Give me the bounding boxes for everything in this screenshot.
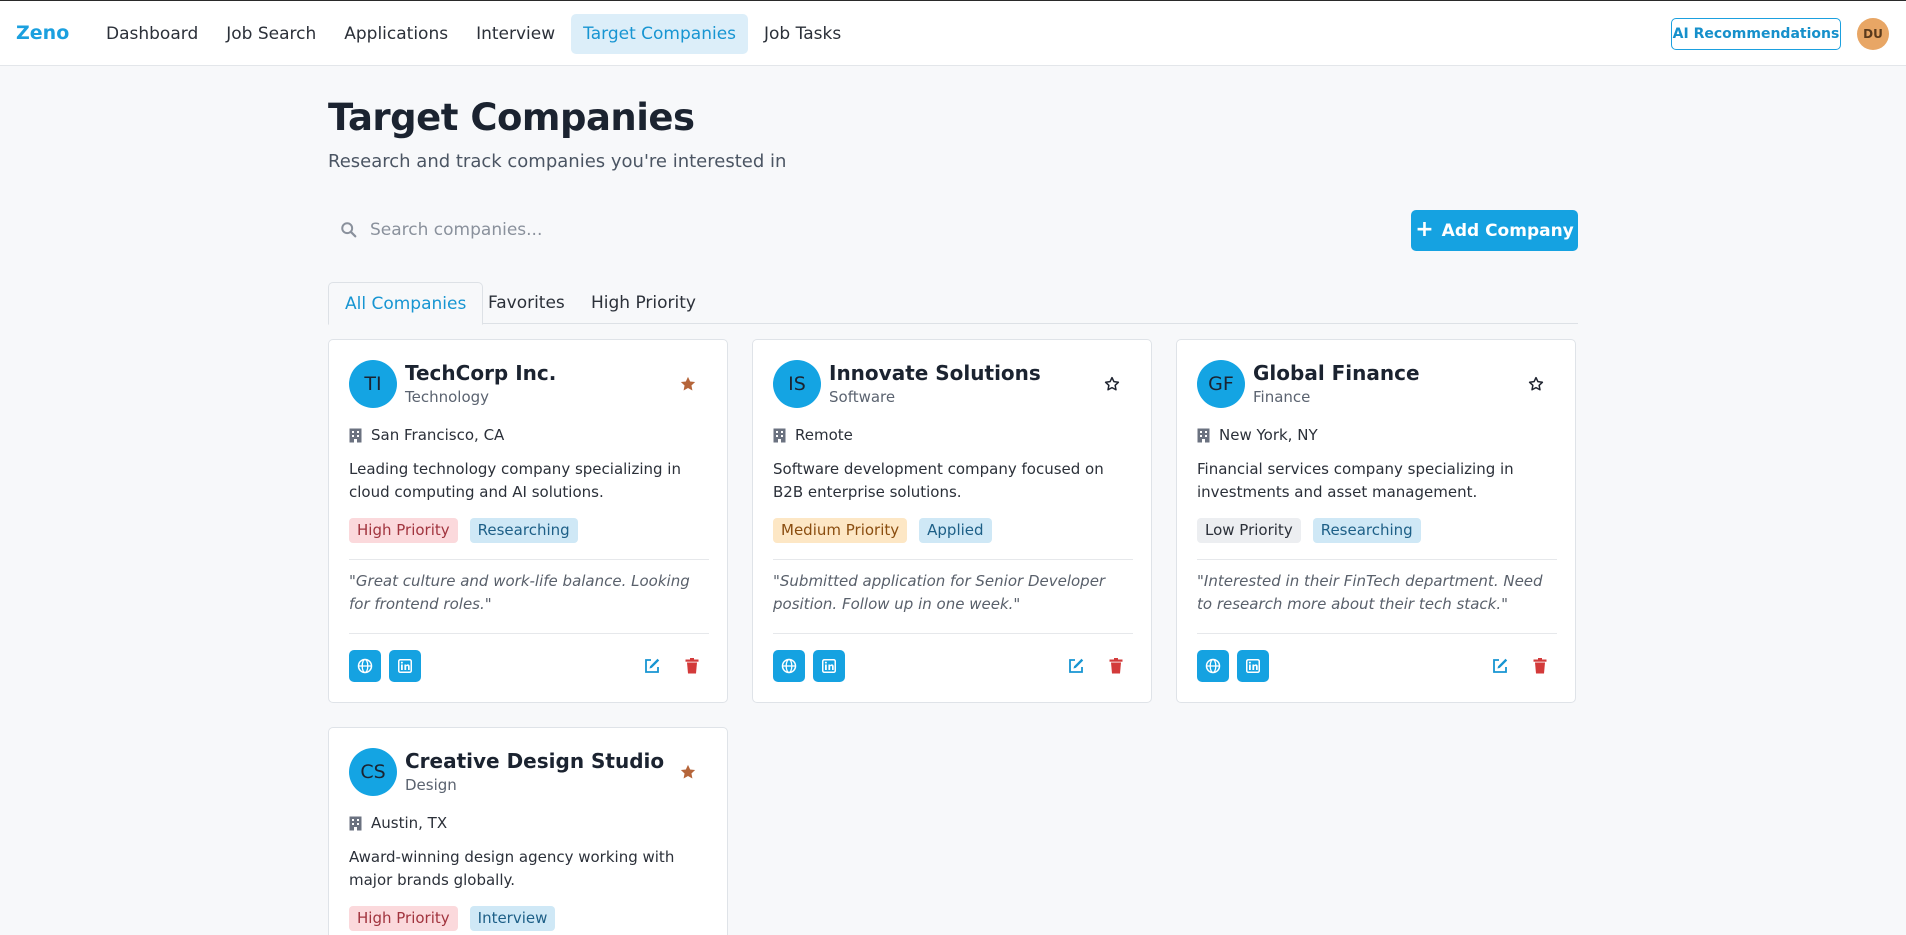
company-name: TechCorp Inc.: [405, 361, 557, 385]
divider: [1197, 633, 1557, 634]
priority-badge: High Priority: [349, 906, 458, 931]
tab-all-companies[interactable]: All Companies: [328, 282, 484, 325]
edit-icon[interactable]: [1491, 657, 1509, 675]
ai-recommendations-button[interactable]: AI Recommendations: [1671, 18, 1841, 50]
star-outline-icon[interactable]: [1103, 375, 1121, 393]
add-company-label: Add Company: [1441, 220, 1574, 241]
status-badge: Researching: [469, 518, 578, 543]
company-name: Global Finance: [1253, 361, 1420, 385]
main-nav: Dashboard Job Search Applications Interv…: [94, 14, 853, 54]
company-description: Leading technology company specializing …: [349, 460, 681, 501]
company-note: "Submitted application for Senior Develo…: [773, 572, 1106, 613]
company-description: Award-winning design agency working with…: [349, 848, 675, 889]
company-description: Software development company focused on …: [773, 460, 1104, 501]
globe-icon: [1205, 658, 1221, 674]
linkedin-button[interactable]: [813, 650, 845, 682]
company-industry: Software: [829, 388, 896, 406]
website-button[interactable]: [773, 650, 805, 682]
badge-group: High Priority Interview: [349, 906, 556, 931]
star-filled-icon[interactable]: [679, 763, 697, 781]
building-icon: [1197, 428, 1210, 443]
company-note: "Great culture and work-life balance. Lo…: [349, 572, 690, 613]
company-description: Financial services company specializing …: [1197, 460, 1514, 501]
company-card: TI TechCorp Inc. Technology San Francisc…: [328, 339, 728, 703]
trash-icon[interactable]: [1531, 657, 1549, 675]
brand-logo[interactable]: Zeno: [16, 22, 69, 44]
building-icon: [349, 816, 362, 831]
globe-icon: [357, 658, 373, 674]
trash-icon[interactable]: [683, 657, 701, 675]
status-badge: Interview: [469, 906, 556, 931]
badge-group: Medium Priority Applied: [773, 518, 992, 543]
location-text: Remote: [795, 426, 853, 444]
search-box: [328, 210, 888, 250]
company-industry: Technology: [405, 388, 490, 406]
nav-item-dashboard[interactable]: Dashboard: [94, 14, 210, 54]
divider: [349, 633, 709, 634]
nav-item-target-companies[interactable]: Target Companies: [571, 14, 749, 54]
top-navbar: Zeno Dashboard Job Search Applications I…: [0, 0, 1906, 66]
nav-item-interview[interactable]: Interview: [464, 14, 567, 54]
badge-group: Low Priority Researching: [1197, 518, 1421, 543]
star-filled-icon[interactable]: [679, 375, 697, 393]
company-location: San Francisco, CA: [349, 426, 504, 444]
linkedin-icon: [1246, 659, 1260, 673]
website-button[interactable]: [1197, 650, 1229, 682]
status-badge: Applied: [919, 518, 992, 543]
priority-badge: High Priority: [349, 518, 458, 543]
status-badge: Researching: [1312, 518, 1421, 543]
user-avatar[interactable]: DU: [1857, 18, 1889, 50]
linkedin-icon: [822, 659, 836, 673]
divider: [773, 633, 1133, 634]
tab-favorites[interactable]: Favorites: [472, 282, 581, 324]
plus-icon: +: [1415, 216, 1434, 242]
building-icon: [349, 428, 362, 443]
nav-item-job-search[interactable]: Job Search: [214, 14, 328, 54]
priority-badge: Low Priority: [1197, 518, 1301, 543]
company-card: GF Global Finance Finance New York, NY F…: [1176, 339, 1576, 703]
company-logo: TI: [349, 360, 397, 408]
globe-icon: [781, 658, 797, 674]
nav-item-applications[interactable]: Applications: [332, 14, 460, 54]
tab-high-priority[interactable]: High Priority: [575, 282, 712, 324]
nav-item-job-tasks[interactable]: Job Tasks: [752, 14, 853, 54]
company-logo: CS: [349, 748, 397, 796]
company-industry: Design: [405, 776, 457, 794]
company-tabs: All Companies Favorites High Priority: [328, 282, 1578, 325]
page-subtitle: Research and track companies you're inte…: [328, 151, 787, 172]
divider: [349, 559, 709, 560]
company-location: New York, NY: [1197, 426, 1318, 444]
company-logo: GF: [1197, 360, 1245, 408]
website-button[interactable]: [349, 650, 381, 682]
location-text: New York, NY: [1219, 426, 1318, 444]
company-logo: IS: [773, 360, 821, 408]
building-icon: [773, 428, 786, 443]
company-industry: Finance: [1253, 388, 1311, 406]
edit-icon[interactable]: [643, 657, 661, 675]
add-company-button[interactable]: + Add Company: [1411, 210, 1578, 251]
trash-icon[interactable]: [1107, 657, 1125, 675]
linkedin-button[interactable]: [389, 650, 421, 682]
location-text: San Francisco, CA: [371, 426, 505, 444]
divider: [1197, 559, 1557, 560]
company-name: Creative Design Studio: [405, 749, 665, 773]
search-input[interactable]: [328, 210, 888, 250]
edit-icon[interactable]: [1067, 657, 1085, 675]
linkedin-button[interactable]: [1237, 650, 1269, 682]
company-location: Austin, TX: [349, 814, 447, 832]
company-note: "Interested in their FinTech department.…: [1197, 572, 1543, 613]
badge-group: High Priority Researching: [349, 518, 578, 543]
location-text: Austin, TX: [371, 814, 448, 832]
company-location: Remote: [773, 426, 853, 444]
page-title: Target Companies: [328, 96, 695, 139]
linkedin-icon: [398, 659, 412, 673]
company-card: CS Creative Design Studio Design Austin,…: [328, 727, 728, 935]
company-card: IS Innovate Solutions Software Remote So…: [752, 339, 1152, 703]
company-name: Innovate Solutions: [829, 361, 1041, 385]
priority-badge: Medium Priority: [773, 518, 908, 543]
star-outline-icon[interactable]: [1527, 375, 1545, 393]
divider: [773, 559, 1133, 560]
